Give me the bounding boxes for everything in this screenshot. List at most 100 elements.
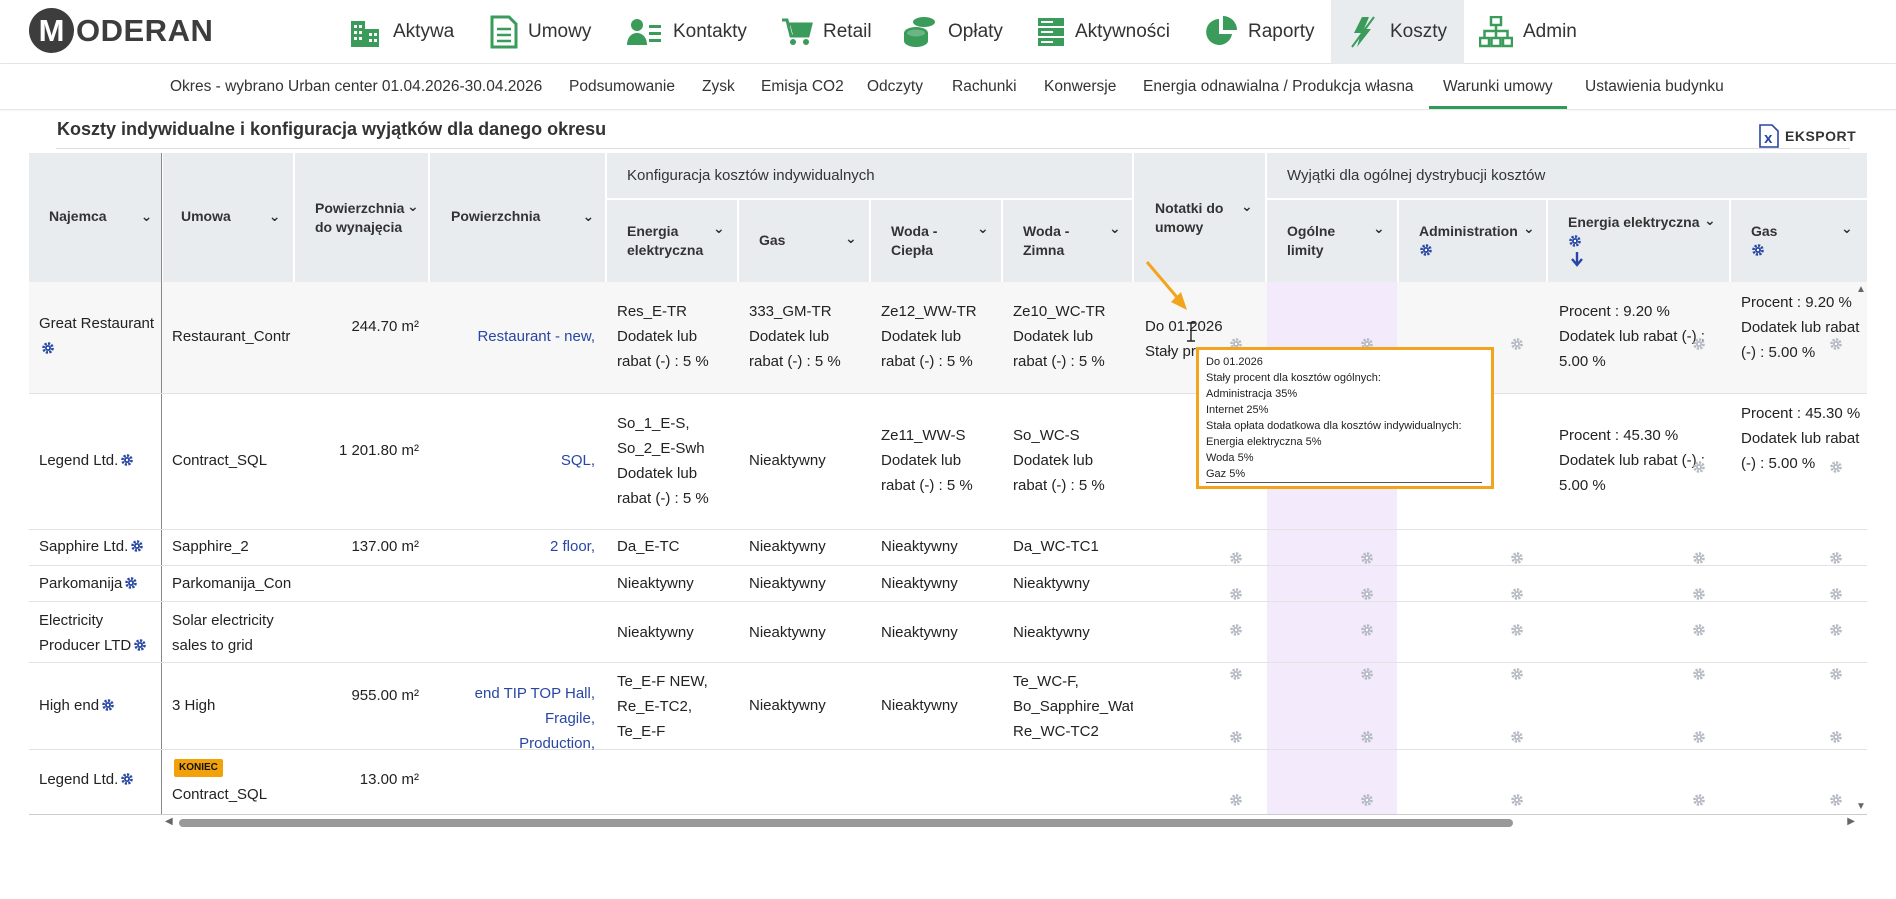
gear-icon[interactable] bbox=[1229, 623, 1243, 637]
export-button[interactable]: X EKSPORT bbox=[1759, 124, 1856, 148]
gear-icon[interactable] bbox=[133, 638, 147, 652]
chevron-down-icon[interactable]: ⌄ bbox=[1523, 219, 1535, 238]
subnav-energia-odnawialna[interactable]: Energia odnawialna / Produkcja własna bbox=[1143, 64, 1414, 109]
scroll-left-arrow[interactable]: ◀ bbox=[165, 816, 173, 827]
gear-icon[interactable] bbox=[120, 772, 134, 786]
contract-cell[interactable]: Contract_SQL bbox=[172, 448, 267, 473]
space-link[interactable]: 2 floor, bbox=[430, 534, 595, 559]
contract-cell[interactable]: Restaurant_Contr bbox=[172, 324, 292, 349]
header-energia[interactable]: Energia elektryczna bbox=[627, 222, 703, 260]
chevron-down-icon[interactable]: ⌄ bbox=[1109, 219, 1121, 238]
gear-icon[interactable] bbox=[1229, 667, 1243, 681]
subnav-konwersje[interactable]: Konwersje bbox=[1044, 64, 1116, 109]
chevron-down-icon[interactable]: ⌄ bbox=[407, 197, 419, 216]
header-gas-exc[interactable]: Gas bbox=[1751, 222, 1777, 241]
nav-aktywa[interactable]: Aktywa bbox=[349, 0, 454, 64]
gear-icon[interactable] bbox=[1229, 551, 1243, 565]
gear-icon[interactable] bbox=[1829, 337, 1843, 351]
gear-icon[interactable] bbox=[1510, 551, 1524, 565]
contract-cell[interactable]: Parkomanija_Con bbox=[172, 571, 292, 596]
gear-icon[interactable] bbox=[41, 341, 55, 355]
scrollbar-thumb[interactable] bbox=[179, 819, 1513, 827]
chevron-down-icon[interactable]: ⌄ bbox=[1373, 219, 1385, 238]
nav-umowy[interactable]: Umowy bbox=[490, 0, 591, 64]
gear-icon[interactable] bbox=[1568, 234, 1582, 248]
table-row-tenant[interactable]: Electricity Producer LTD bbox=[39, 608, 159, 658]
gear-icon[interactable] bbox=[1692, 551, 1706, 565]
app-logo[interactable]: M ODERAN bbox=[29, 8, 213, 53]
gear-icon[interactable] bbox=[1510, 793, 1524, 807]
header-energia-exc[interactable]: Energia elektryczna bbox=[1568, 213, 1700, 232]
gear-icon[interactable] bbox=[101, 698, 115, 712]
nav-kontakty[interactable]: Kontakty bbox=[627, 0, 747, 64]
header-powierzchnia[interactable]: Powierzchnia ⌄ bbox=[451, 207, 594, 226]
subnav-rachunki[interactable]: Rachunki bbox=[952, 64, 1017, 109]
chevron-down-icon[interactable]: ⌄ bbox=[977, 219, 989, 238]
header-gas[interactable]: Gas bbox=[759, 231, 785, 250]
gear-icon[interactable] bbox=[1229, 587, 1243, 601]
nav-admin[interactable]: Admin bbox=[1479, 0, 1577, 64]
gear-icon[interactable] bbox=[1510, 337, 1524, 351]
gear-icon[interactable] bbox=[1829, 587, 1843, 601]
gear-icon[interactable] bbox=[1692, 623, 1706, 637]
gear-icon[interactable] bbox=[1229, 793, 1243, 807]
gear-icon[interactable] bbox=[1510, 730, 1524, 744]
gear-icon[interactable] bbox=[1692, 460, 1706, 474]
gear-icon[interactable] bbox=[1360, 667, 1374, 681]
table-row-tenant[interactable]: Legend Ltd. bbox=[39, 448, 134, 473]
header-najemca[interactable]: Najemca ⌄ bbox=[49, 207, 152, 226]
gear-icon[interactable] bbox=[1360, 623, 1374, 637]
gear-icon[interactable] bbox=[1751, 243, 1765, 257]
gear-icon[interactable] bbox=[1229, 730, 1243, 744]
gear-icon[interactable] bbox=[1829, 793, 1843, 807]
nav-koszty[interactable]: Koszty bbox=[1331, 0, 1464, 64]
subnav-podsumowanie[interactable]: Podsumowanie bbox=[569, 64, 675, 109]
contract-cell[interactable]: Solar electricity sales to grid bbox=[172, 608, 292, 658]
subnav-zysk[interactable]: Zysk bbox=[702, 64, 735, 109]
subnav-okres[interactable]: Okres - wybrano Urban center 01.04.2026-… bbox=[170, 64, 542, 109]
table-row-tenant[interactable]: Parkomanija bbox=[39, 571, 138, 596]
nav-aktywnosci[interactable]: Aktywności bbox=[1037, 0, 1170, 64]
contract-cell[interactable]: Contract_SQL bbox=[172, 782, 267, 807]
subnav-warunki-umowy[interactable]: Warunki umowy bbox=[1429, 64, 1567, 109]
gear-icon[interactable] bbox=[1692, 587, 1706, 601]
gear-icon[interactable] bbox=[120, 453, 134, 467]
gear-icon[interactable] bbox=[1510, 587, 1524, 601]
space-link[interactable]: SQL, bbox=[430, 448, 595, 473]
gear-icon[interactable] bbox=[1829, 730, 1843, 744]
gear-icon[interactable] bbox=[1510, 667, 1524, 681]
space-link[interactable]: Restaurant - new, bbox=[430, 324, 595, 349]
subnav-ustawienia[interactable]: Ustawienia budynku bbox=[1585, 64, 1724, 109]
gear-icon[interactable] bbox=[1829, 460, 1843, 474]
contract-cell[interactable]: Sapphire_2 bbox=[172, 534, 249, 559]
header-notatki[interactable]: Notatki do umowy bbox=[1155, 199, 1239, 237]
subnav-emisja[interactable]: Emisja CO2 bbox=[761, 64, 844, 109]
table-row-tenant[interactable]: Great Restaurant bbox=[39, 311, 159, 361]
arrow-down-icon[interactable] bbox=[1571, 251, 1583, 267]
header-ogolne[interactable]: Ogólne limity bbox=[1287, 222, 1347, 260]
gear-icon[interactable] bbox=[1360, 587, 1374, 601]
gear-icon[interactable] bbox=[1360, 793, 1374, 807]
header-administration[interactable]: Administration bbox=[1419, 222, 1518, 241]
gear-icon[interactable] bbox=[1829, 667, 1843, 681]
header-woda-ciepla[interactable]: Woda - Ciepła bbox=[891, 222, 951, 260]
gear-icon[interactable] bbox=[1692, 730, 1706, 744]
scroll-down-arrow[interactable]: ▼ bbox=[1856, 801, 1866, 812]
chevron-down-icon[interactable]: ⌄ bbox=[1704, 211, 1716, 230]
gear-icon[interactable] bbox=[1692, 337, 1706, 351]
header-woda-zimna[interactable]: Woda - Zimna bbox=[1023, 222, 1083, 260]
gear-icon[interactable] bbox=[1360, 730, 1374, 744]
gear-icon[interactable] bbox=[1360, 551, 1374, 565]
gear-icon[interactable] bbox=[1829, 623, 1843, 637]
scroll-right-arrow[interactable]: ▶ bbox=[1847, 816, 1855, 827]
nav-raporty[interactable]: Raporty bbox=[1204, 0, 1315, 64]
horizontal-scrollbar[interactable]: ◀ ▶ bbox=[165, 815, 1855, 831]
contract-cell[interactable]: 3 High bbox=[172, 693, 215, 718]
gear-icon[interactable] bbox=[1692, 793, 1706, 807]
nav-retail[interactable]: Retail bbox=[781, 0, 872, 64]
chevron-down-icon[interactable]: ⌄ bbox=[1241, 197, 1253, 216]
chevron-down-icon[interactable]: ⌄ bbox=[1841, 219, 1853, 238]
chevron-down-icon[interactable]: ⌄ bbox=[713, 219, 725, 238]
subnav-odczyty[interactable]: Odczyty bbox=[867, 64, 923, 109]
chevron-down-icon[interactable]: ⌄ bbox=[845, 229, 857, 248]
